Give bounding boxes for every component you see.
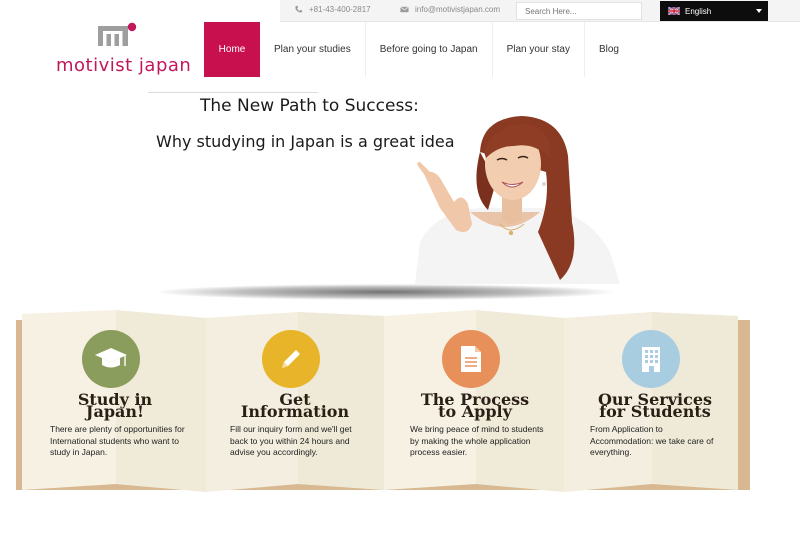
- hero-title: The New Path to Success:: [200, 96, 419, 116]
- service-card-information[interactable]: Get Information Fill our inquiry form and…: [200, 306, 382, 496]
- top-utility-bar: +81-43-400-2817 info@motivistjapan.com E…: [280, 0, 800, 22]
- graduation-cap-icon: [82, 330, 140, 388]
- nav-item-plan-your-studies[interactable]: Plan your studies: [260, 22, 366, 77]
- nav-item-home[interactable]: Home: [204, 22, 260, 77]
- nav-item-blog[interactable]: Blog: [585, 22, 633, 77]
- service-card-services[interactable]: Our Services for Students From Applicatio…: [560, 306, 742, 496]
- email-address: info@motivistjapan.com: [415, 5, 501, 14]
- site-logo[interactable]: motivist japan: [54, 22, 191, 78]
- envelope-icon: [400, 6, 409, 13]
- main-navigation: Home Plan your studies Before going to J…: [204, 22, 633, 77]
- service-card-study[interactable]: Study in Japan! There are plenty of oppor…: [20, 306, 202, 496]
- phone-contact[interactable]: +81-43-400-2817: [294, 5, 371, 14]
- card-body-process: We bring peace of mind to students by ma…: [410, 424, 544, 457]
- hero-shadow: [158, 284, 613, 300]
- nav-item-before-going-to-japan[interactable]: Before going to Japan: [366, 22, 493, 77]
- email-contact[interactable]: info@motivistjapan.com: [400, 5, 500, 14]
- nav-item-plan-your-stay[interactable]: Plan your stay: [493, 22, 585, 77]
- logo-text: motivist japan: [56, 55, 192, 76]
- building-icon: [622, 330, 680, 388]
- hero-woman-image: [415, 116, 620, 284]
- card-body-study: There are plenty of opportunities for In…: [50, 424, 185, 457]
- phone-number: +81-43-400-2817: [309, 5, 371, 14]
- card-title-services: Our Services for Students: [597, 390, 713, 421]
- card-title-study: Study in Japan!: [77, 390, 153, 421]
- logo-mark: [98, 22, 137, 46]
- card-body-services: From Application to Accommodation: we ta…: [590, 424, 714, 457]
- hero-divider: [148, 92, 318, 93]
- phone-icon: [295, 5, 303, 13]
- search-input[interactable]: [516, 2, 642, 20]
- caret-down-icon: [756, 9, 762, 13]
- pencil-icon: [262, 330, 320, 388]
- language-select[interactable]: English: [660, 1, 768, 21]
- document-icon: [442, 330, 500, 388]
- uk-flag-icon: [668, 7, 680, 15]
- card-body-information: Fill our inquiry form and we'll get back…: [230, 424, 352, 457]
- card-title-process: The Process to Apply: [420, 390, 530, 421]
- card-title-information: Get Information: [240, 390, 350, 421]
- service-card-process[interactable]: The Process to Apply We bring peace of mi…: [380, 306, 562, 496]
- services-panel: Study in Japan! There are plenty of oppor…: [16, 306, 750, 496]
- language-label: English: [685, 6, 712, 16]
